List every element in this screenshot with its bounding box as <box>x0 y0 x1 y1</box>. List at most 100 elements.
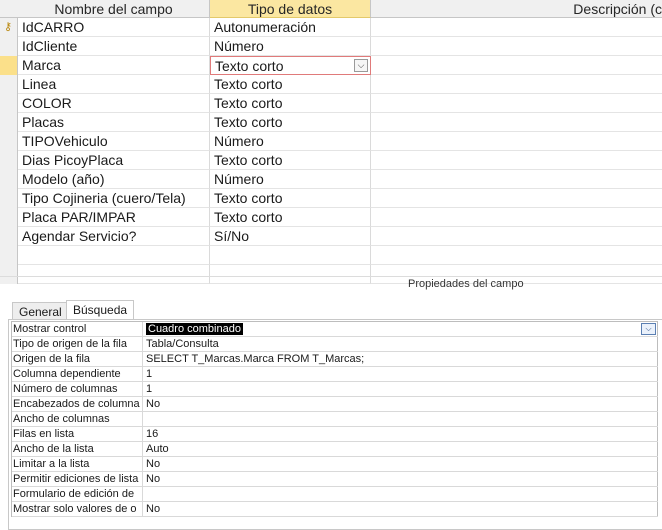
row-selector[interactable] <box>0 132 18 151</box>
row-selector[interactable] <box>0 170 18 189</box>
data-type-cell[interactable]: Texto corto <box>210 208 371 227</box>
property-value[interactable]: Auto <box>145 442 658 456</box>
field-name-cell[interactable]: Dias PicoyPlaca <box>18 151 210 170</box>
description-cell[interactable] <box>371 132 662 151</box>
row-selector[interactable] <box>0 94 18 113</box>
property-row: Permitir ediciones de lista No <box>12 472 658 487</box>
data-type-cell[interactable]: Sí/No <box>210 227 371 246</box>
field-name-cell[interactable]: Tipo Cojineria (cuero/Tela) <box>18 189 210 208</box>
row-selector[interactable] <box>0 56 18 75</box>
column-header-field-name[interactable]: Nombre del campo <box>18 0 210 18</box>
property-value[interactable]: No <box>145 472 658 486</box>
row-selector[interactable] <box>0 37 18 56</box>
data-type-cell[interactable]: Número <box>210 37 371 56</box>
data-type-cell[interactable]: Número <box>210 132 371 151</box>
field-name-cell[interactable]: Linea <box>18 75 210 94</box>
row-selector[interactable]: ⚷ <box>0 18 18 37</box>
property-row: Número de columnas 1 <box>12 382 658 397</box>
data-type-dropdown-button[interactable]: ⌵ <box>354 59 368 72</box>
property-row: Ancho de la lista Auto <box>12 442 658 457</box>
tab-busqueda[interactable]: Búsqueda <box>66 300 135 320</box>
grid-divider <box>0 276 662 277</box>
description-cell[interactable] <box>371 37 662 56</box>
field-name-cell[interactable]: Placa PAR/IMPAR <box>18 208 210 227</box>
field-name-cell[interactable]: Agendar Servicio? <box>18 227 210 246</box>
property-row: Tipo de origen de la fila Tabla/Consulta <box>12 337 658 352</box>
tab-general[interactable]: General <box>12 302 69 320</box>
row-selector[interactable] <box>0 227 18 246</box>
property-value[interactable]: SELECT T_Marcas.Marca FROM T_Marcas; <box>145 352 658 366</box>
row-selector[interactable] <box>0 189 18 208</box>
property-row: Filas en lista 16 <box>12 427 658 442</box>
data-type-cell[interactable] <box>210 246 371 265</box>
description-cell[interactable] <box>371 151 662 170</box>
row-selector[interactable] <box>0 246 18 265</box>
property-value[interactable] <box>145 487 658 501</box>
data-type-cell[interactable]: Texto corto <box>210 113 371 132</box>
row-selector[interactable] <box>0 75 18 94</box>
display-control-dropdown-button[interactable]: ⌵ <box>641 323 656 335</box>
row-selector[interactable] <box>0 208 18 227</box>
data-type-cell[interactable]: Número <box>210 170 371 189</box>
data-type-value: Número <box>214 171 264 187</box>
data-type-value: Texto corto <box>214 152 283 168</box>
property-value[interactable]: Cuadro combinado ⌵ <box>145 322 658 336</box>
property-value[interactable]: 1 <box>145 367 658 381</box>
property-label: Filas en lista <box>12 427 143 441</box>
row-selector[interactable] <box>0 265 18 284</box>
data-type-cell[interactable]: Texto corto <box>210 151 371 170</box>
description-cell[interactable] <box>371 246 662 265</box>
property-value[interactable] <box>145 412 658 426</box>
description-cell[interactable] <box>371 227 662 246</box>
field-name-cell[interactable] <box>18 246 210 265</box>
field-name-cell[interactable] <box>18 265 210 284</box>
property-value[interactable]: No <box>145 397 658 411</box>
data-type-cell[interactable]: Texto corto <box>210 75 371 94</box>
property-label: Columna dependiente <box>12 367 143 381</box>
property-value[interactable]: No <box>145 457 658 471</box>
data-type-value: Texto corto <box>214 114 283 130</box>
field-name-cell[interactable]: Marca <box>18 56 210 75</box>
field-name-cell[interactable]: IdCARRO <box>18 18 210 37</box>
row-selector[interactable] <box>0 151 18 170</box>
description-cell[interactable] <box>371 75 662 94</box>
property-row: Formulario de edición de <box>12 487 658 502</box>
property-value-text: Cuadro combinado <box>146 323 243 335</box>
property-label: Origen de la fila <box>12 352 143 366</box>
data-type-cell[interactable]: Texto corto <box>210 94 371 113</box>
column-header-description[interactable]: Descripción (c <box>371 0 662 18</box>
field-name-cell[interactable]: TIPOVehiculo <box>18 132 210 151</box>
description-cell[interactable] <box>371 208 662 227</box>
property-value[interactable]: Tabla/Consulta <box>145 337 658 351</box>
data-type-cell[interactable]: Autonumeración <box>210 18 371 37</box>
property-value-text: No <box>146 473 161 485</box>
property-value[interactable]: 16 <box>145 427 658 441</box>
description-cell[interactable] <box>371 18 662 37</box>
property-value[interactable]: No <box>145 502 658 516</box>
key-icon: ⚷ <box>4 21 13 33</box>
data-type-combobox[interactable]: Texto corto ⌵ <box>210 56 371 75</box>
row-selector-header <box>0 0 18 18</box>
description-cell[interactable] <box>371 113 662 132</box>
property-row: Mostrar control Cuadro combinado ⌵ <box>12 322 658 337</box>
field-name-cell[interactable]: Placas <box>18 113 210 132</box>
column-header-data-type[interactable]: Tipo de datos <box>210 0 371 18</box>
row-selector[interactable] <box>0 113 18 132</box>
data-type-cell[interactable] <box>210 265 371 284</box>
description-cell[interactable] <box>371 189 662 208</box>
property-row: Ancho de columnas <box>12 412 658 427</box>
field-name-cell[interactable]: Modelo (año) <box>18 170 210 189</box>
property-value[interactable]: 1 <box>145 382 658 396</box>
properties-title: Propiedades del campo <box>408 278 524 290</box>
property-label: Permitir ediciones de lista <box>12 472 143 486</box>
description-cell[interactable] <box>371 94 662 113</box>
description-cell[interactable] <box>371 170 662 189</box>
property-label: Mostrar control <box>12 322 143 336</box>
data-type-value: Autonumeración <box>214 19 316 35</box>
field-name-cell[interactable]: IdCliente <box>18 37 210 56</box>
description-cell[interactable] <box>371 56 662 75</box>
property-label: Limitar a la lista <box>12 457 143 471</box>
data-type-cell[interactable]: Texto corto <box>210 189 371 208</box>
field-name-cell[interactable]: COLOR <box>18 94 210 113</box>
chevron-down-icon: ⌵ <box>645 324 652 333</box>
